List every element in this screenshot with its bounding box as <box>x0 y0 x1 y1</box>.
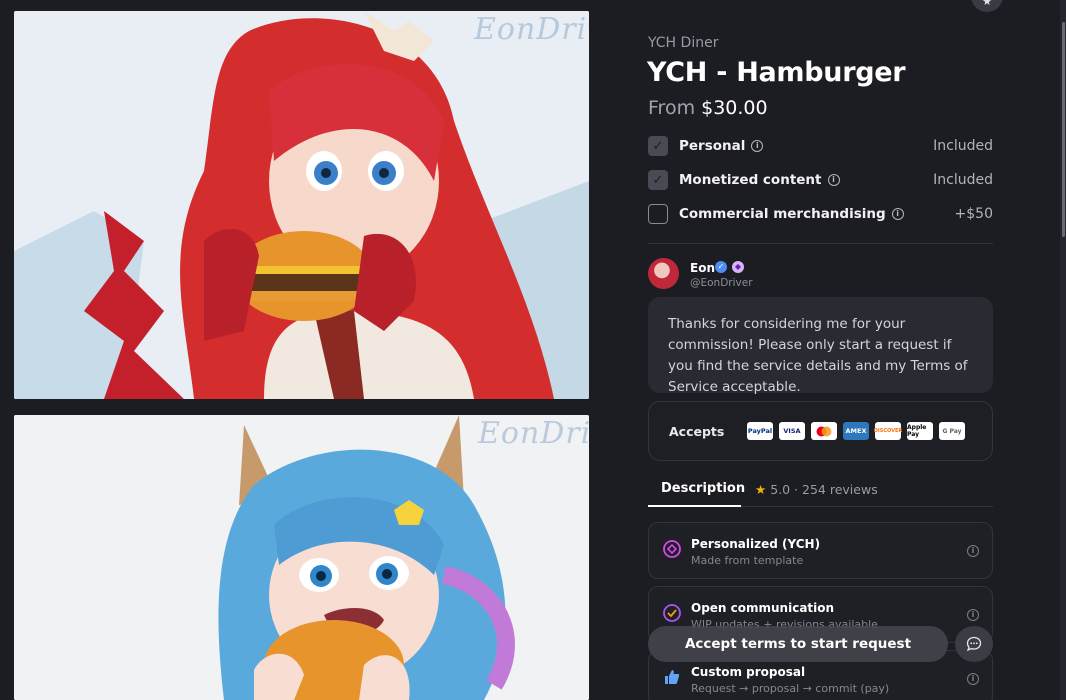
supporter-badge-icon: ◆ <box>732 261 744 273</box>
feature-subtitle: Made from template <box>691 554 804 567</box>
price-from-label: From <box>648 97 696 119</box>
tab-reviews[interactable]: ★ 5.0 · 254 reviews <box>755 482 878 497</box>
artist-message: Thanks for considering me for your commi… <box>648 297 993 395</box>
info-icon[interactable]: i <box>967 673 979 685</box>
commission-page: EonDriver EonDriver ★ <box>0 0 1066 700</box>
usage-option-monetized[interactable]: ✓ Monetized content i Included <box>648 169 993 191</box>
usage-value: Included <box>933 138 993 154</box>
tab-description[interactable]: Description <box>661 481 745 496</box>
usage-value: Included <box>933 172 993 188</box>
apple-pay-icon: Apple Pay <box>907 422 933 440</box>
artist-handle[interactable]: @EonDriver <box>690 277 753 289</box>
feature-personalized[interactable]: Personalized (YCH) Made from template i <box>648 522 993 579</box>
communication-icon <box>663 604 681 622</box>
payment-methods: Accepts PayPal VISA AMEX DISCOVER Apple … <box>648 401 993 461</box>
feature-subtitle: Request → proposal → commit (pay) <box>691 682 890 695</box>
start-request-label: Accept terms to start request <box>684 636 912 652</box>
mastercard-icon <box>811 422 837 440</box>
accepts-label: Accepts <box>669 424 725 439</box>
usage-option-commercial[interactable]: Commercial merchandising i +$50 <box>648 203 993 225</box>
amex-icon: AMEX <box>843 422 869 440</box>
gallery-image-1[interactable]: EonDriver <box>14 11 589 399</box>
info-icon[interactable]: i <box>827 174 840 186</box>
artwork-red-hair-girl <box>14 11 589 399</box>
avatar[interactable] <box>648 258 679 289</box>
checkbox-checked[interactable]: ✓ <box>648 136 668 156</box>
start-request-button[interactable]: Accept terms to start request <box>648 626 948 662</box>
usage-option-personal[interactable]: ✓ Personal i Included <box>648 135 993 157</box>
close-button[interactable]: ★ <box>971 0 1003 12</box>
info-icon[interactable]: i <box>967 609 979 621</box>
divider <box>648 243 993 244</box>
google-pay-icon: G Pay <box>939 422 965 440</box>
active-tab-indicator <box>648 505 741 507</box>
feature-title: Custom proposal <box>691 665 806 679</box>
watermark: EonDriver <box>474 12 589 47</box>
artwork-blue-hair-catgirl <box>14 415 589 700</box>
scrollbar-thumb[interactable] <box>1062 22 1065 237</box>
usage-label: Commercial merchandising <box>679 206 886 222</box>
info-icon[interactable]: i <box>891 208 904 220</box>
review-count: · 254 reviews <box>794 482 878 497</box>
chat-icon <box>966 636 982 652</box>
listing-title: YCH - Hamburger <box>647 57 906 88</box>
info-icon[interactable]: i <box>751 140 764 152</box>
checkbox-unchecked[interactable] <box>648 204 668 224</box>
price: From $30.00 <box>648 97 768 119</box>
feature-title: Personalized (YCH) <box>691 537 821 551</box>
paypal-icon: PayPal <box>747 422 773 440</box>
proposal-icon <box>665 670 680 684</box>
feature-title: Open communication <box>691 601 835 615</box>
info-icon[interactable]: i <box>967 545 979 557</box>
verified-badge-icon: ✓ <box>715 261 727 273</box>
star-icon: ★ <box>982 0 992 8</box>
gallery-image-2[interactable]: EonDriver <box>14 415 589 700</box>
star-icon: ★ <box>755 482 767 497</box>
watermark: EonDriver <box>478 416 589 451</box>
checkbox-checked[interactable]: ✓ <box>648 170 668 190</box>
usage-label: Monetized content <box>679 172 822 188</box>
visa-icon: VISA <box>779 422 805 440</box>
rating-value: 5.0 <box>770 482 791 497</box>
artist-name[interactable]: Eon <box>690 261 715 275</box>
artist-message-text: Thanks for considering me for your commi… <box>668 316 968 395</box>
chat-button[interactable] <box>955 626 993 662</box>
discover-icon: DISCOVER <box>874 422 902 440</box>
price-amount: $30.00 <box>701 97 768 119</box>
personalized-icon <box>663 540 681 558</box>
usage-label: Personal <box>679 138 746 154</box>
shop-name[interactable]: YCH Diner <box>648 35 718 51</box>
usage-value: +$50 <box>954 206 993 222</box>
